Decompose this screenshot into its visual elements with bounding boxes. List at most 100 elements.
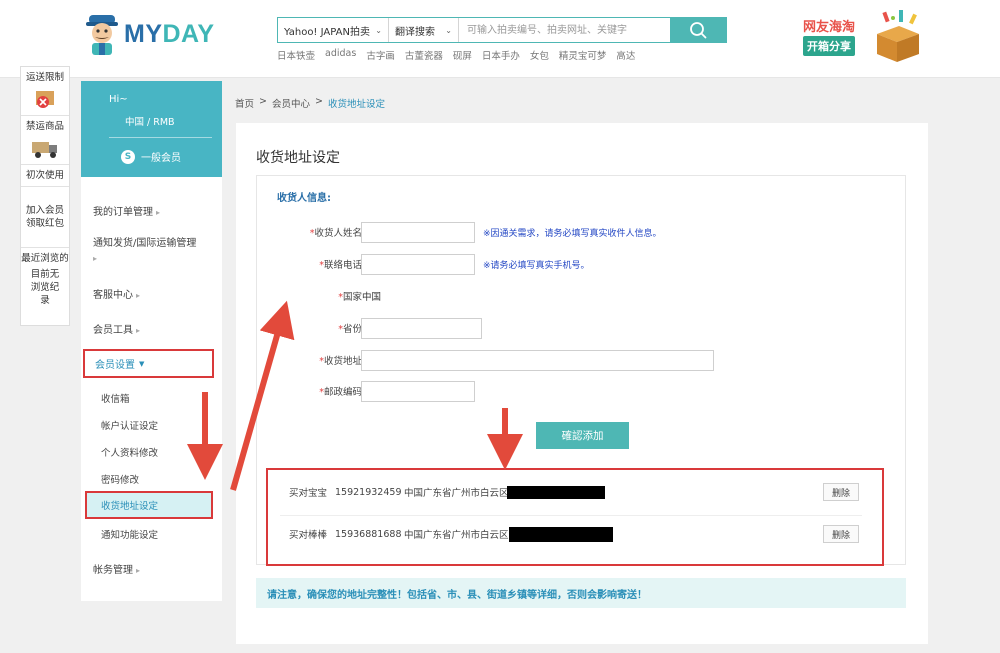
hot-word-link[interactable]: 女包: [530, 48, 549, 62]
address-name: 买对宝宝: [289, 488, 328, 499]
member-badge-icon: S: [121, 149, 135, 164]
breadcrumb-home[interactable]: 首页: [235, 96, 254, 110]
hot-word-link[interactable]: 砚屏: [453, 48, 472, 62]
hot-word-link[interactable]: 精灵宝可梦: [559, 48, 607, 62]
hot-word-link[interactable]: 日本手办: [482, 48, 520, 62]
nav-shipping[interactable]: 通知发货/国际运输管理 ▸: [93, 236, 213, 266]
confirm-add-button[interactable]: 確認添加: [536, 422, 629, 449]
zip-input[interactable]: [361, 380, 475, 402]
region-currency[interactable]: 中国 / RMB: [125, 114, 175, 128]
rail-recent-empty: 目前无浏览纪录: [30, 269, 60, 306]
address-phone: 15921932459: [335, 486, 402, 498]
sub-account-auth[interactable]: 帐户认证设定: [101, 418, 158, 432]
chevron-right-icon: ▸: [156, 208, 161, 217]
unboxing-banner[interactable]: 网友海淘 开箱分享: [803, 8, 923, 64]
site-select[interactable]: Yahoo! JAPAN拍卖 ⌄: [278, 18, 389, 42]
address-name: 买对棒棒: [289, 530, 328, 541]
field-hint: ※请务必填写真实手机号。: [483, 260, 590, 271]
row-phone: *联络电话 ※请务必填写真实手机号。: [257, 253, 907, 275]
rail-first-use[interactable]: 初次使用: [21, 165, 69, 187]
field-label-text: 联络电话: [323, 260, 362, 271]
divider: [109, 137, 212, 138]
search-button[interactable]: [670, 18, 726, 42]
rail-label: 禁运商品: [25, 121, 64, 132]
breadcrumb-current: 收货地址设定: [327, 99, 385, 110]
row-recipient-name: *收货人姓名 ※因通关需求，请务必填写真实收件人信息。: [257, 221, 907, 243]
field-label-text: 省份: [342, 324, 362, 335]
rail-recent-title: 最近浏览的: [21, 253, 69, 264]
address-text: 中国广东省广州市白云区: [404, 488, 509, 499]
mascot-logo: [84, 13, 120, 55]
nav-label: 帐务管理: [93, 565, 133, 576]
nav-member-settings[interactable]: 会员设置 ▼: [83, 349, 214, 378]
rail-join-member[interactable]: 加入会员 领取红包: [21, 187, 69, 248]
country-value: 中国: [362, 292, 382, 303]
delete-button[interactable]: 删除: [823, 483, 859, 501]
member-sidebar: Hi~ 中国 / RMB S 一般会员 我的订单管理 ▸ 通知发货/国际运输管理 ▸…: [81, 81, 222, 601]
sub-profile[interactable]: 个人资料修改: [101, 445, 158, 459]
nav-orders[interactable]: 我的订单管理 ▸: [93, 203, 160, 218]
field-label: *国家: [338, 289, 362, 303]
page-title: 收货地址设定: [256, 150, 340, 166]
chevron-right-icon: ▸: [136, 566, 141, 575]
sub-address-settings[interactable]: 收货地址设定: [85, 491, 213, 519]
member-level: S 一般会员: [121, 149, 181, 164]
row-province: *省份: [257, 317, 907, 339]
translate-select-value: 翻译搜索: [395, 26, 435, 38]
field-label-text: 国家: [342, 292, 362, 303]
search-bar: Yahoo! JAPAN拍卖 ⌄ 翻译搜索 ⌄: [277, 17, 727, 43]
breadcrumb-member-center[interactable]: 会员中心: [272, 96, 310, 110]
province-select[interactable]: [361, 317, 482, 339]
rail-label: 初次使用: [25, 170, 64, 181]
brand-day: DAY: [162, 19, 215, 48]
saved-address-list: 买对宝宝 15921932459 中国广东省广州市白云区 删除 买对棒棒 159…: [266, 468, 884, 566]
nav-account[interactable]: 帐务管理 ▸: [93, 561, 140, 576]
banner-line2: 开箱分享: [803, 36, 855, 56]
search-input[interactable]: [459, 18, 670, 42]
sub-notifications[interactable]: 通知功能设定: [101, 527, 158, 541]
hot-word-link[interactable]: adidas: [325, 48, 356, 62]
nav-label: 通知发货/国际运输管理: [93, 238, 197, 249]
field-hint: ※因通关需求，请务必填写真实收件人信息。: [483, 228, 662, 239]
banner-line1: 网友海淘: [803, 20, 856, 35]
address-row: 买对棒棒 15936881688 中国广东省广州市白云区 删除: [268, 514, 882, 554]
rail-recent: 最近浏览的 目前无浏览纪录: [21, 248, 69, 325]
sub-password[interactable]: 密码修改: [101, 472, 139, 486]
field-label: *收货地址: [319, 353, 362, 367]
member-level-label: 一般会员: [141, 153, 181, 164]
phone-input[interactable]: [361, 253, 475, 275]
field-label: *邮政编码: [319, 384, 362, 398]
hot-word-link[interactable]: 古董瓷器: [405, 48, 443, 62]
chevron-right-icon: ▸: [136, 326, 141, 335]
search-icon: [690, 22, 707, 39]
rail-label: 运送限制: [25, 72, 64, 83]
rail-prohibited-items[interactable]: 禁运商品: [21, 116, 69, 165]
recipient-name-input[interactable]: [361, 221, 475, 243]
site-select-value: Yahoo! JAPAN拍卖: [284, 26, 370, 38]
site-logo[interactable]: MYDAY: [84, 12, 215, 56]
hot-word-link[interactable]: 日本铁壶: [277, 48, 315, 62]
no-shipping-icon: [30, 87, 60, 111]
rail-shipping-limits[interactable]: 运送限制: [21, 67, 69, 116]
address-notice: 请注意，确保您的地址完整性！包括省、市、县、街道乡镇等详细，否则会影响寄送！: [256, 578, 906, 608]
redaction-block: [507, 485, 605, 499]
nav-service[interactable]: 客服中心 ▸: [93, 286, 140, 301]
delete-button[interactable]: 删除: [823, 525, 859, 543]
section-title: 收货人信息:: [277, 193, 331, 204]
hot-word-link[interactable]: 古字画: [366, 48, 395, 62]
chevron-right-icon: ▸: [136, 291, 141, 300]
nav-label: 我的订单管理: [93, 207, 153, 218]
row-address: *收货地址: [257, 349, 907, 371]
address-input[interactable]: [361, 349, 714, 371]
sub-inbox[interactable]: 收信箱: [101, 391, 130, 405]
row-zip: *邮政编码: [257, 380, 907, 402]
site-header: MYDAY Yahoo! JAPAN拍卖 ⌄ 翻译搜索 ⌄ 日本铁壶 adida…: [0, 0, 1000, 78]
hot-word-link[interactable]: 高达: [616, 48, 635, 62]
field-label: *收货人姓名: [310, 225, 362, 239]
translate-select[interactable]: 翻译搜索 ⌄: [389, 18, 459, 42]
breadcrumb-sep: >: [315, 96, 323, 107]
gift-box-icon: [877, 10, 919, 62]
redaction-block: [509, 526, 613, 542]
truck-icon: [30, 136, 60, 160]
nav-tools[interactable]: 会员工具 ▸: [93, 321, 140, 336]
